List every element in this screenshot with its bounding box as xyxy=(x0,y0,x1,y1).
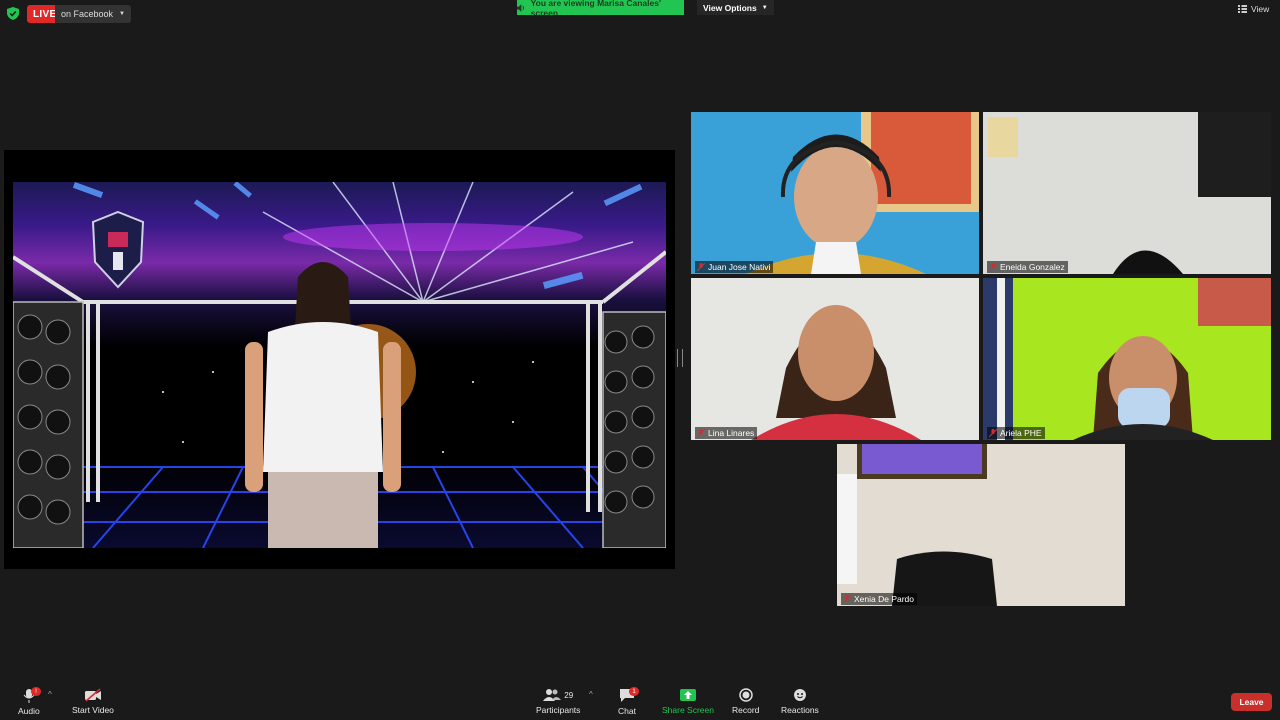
security-shield-icon[interactable] xyxy=(7,7,19,20)
share-screen-button[interactable]: Share Screen xyxy=(662,688,714,715)
participant-video xyxy=(746,112,979,274)
participant-name: Eneida Gonzalez xyxy=(1000,262,1065,272)
participant-video xyxy=(988,112,1271,274)
view-options-button[interactable]: View Options ▼ xyxy=(697,0,774,15)
chevron-down-icon: ▼ xyxy=(119,11,125,17)
participant-name-tag: Juan Jose Nativi xyxy=(695,261,774,273)
chat-label: Chat xyxy=(618,706,636,716)
start-video-button[interactable]: Start Video xyxy=(72,688,114,715)
participants-count: 29 xyxy=(564,690,574,700)
participants-options-caret[interactable]: ^ xyxy=(589,690,593,699)
participant-name-tag: Eneida Gonzalez xyxy=(987,261,1068,273)
singer-figure xyxy=(245,262,401,548)
record-button[interactable]: Record xyxy=(732,688,759,715)
view-label: View xyxy=(1251,4,1270,14)
view-options-label: View Options xyxy=(703,2,757,13)
mic-muted-icon xyxy=(843,594,851,603)
participant-video xyxy=(983,278,1271,440)
viewing-screen-banner: You are viewing Marisa Canales' screen xyxy=(517,0,684,18)
video-tile[interactable]: Lina Linares xyxy=(691,278,979,440)
video-tile[interactable]: Ariela PHE xyxy=(983,278,1271,440)
shared-screen-content xyxy=(13,182,666,548)
audio-options-caret[interactable]: ^ xyxy=(48,690,52,699)
mic-muted-icon xyxy=(697,262,705,271)
reactions-icon xyxy=(793,689,806,701)
live-label: LIVE xyxy=(33,8,57,20)
audio-label: Audio xyxy=(18,706,40,716)
participant-name: Xenia De Pardo xyxy=(854,594,915,604)
record-icon xyxy=(738,688,753,702)
live-target-label: on Facebook xyxy=(61,9,114,19)
participant-name-tag: Lina Linares xyxy=(695,427,758,439)
participants-button[interactable]: 29 Participants xyxy=(536,688,580,715)
participant-name: Lina Linares xyxy=(708,428,755,438)
mic-muted-icon xyxy=(697,428,705,437)
view-layout-button[interactable]: View xyxy=(1238,4,1269,14)
start-video-label: Start Video xyxy=(72,705,114,715)
grid-view-icon xyxy=(1238,5,1247,13)
participants-label: Participants xyxy=(536,705,581,715)
video-off-icon xyxy=(84,688,101,702)
speaker-icon xyxy=(517,3,524,12)
chat-unread-badge: 1 xyxy=(629,687,639,696)
participant-video xyxy=(837,444,997,606)
participant-name-tag: Xenia De Pardo xyxy=(841,593,918,605)
mic-muted-icon xyxy=(989,262,997,271)
audio-warning-badge: ! xyxy=(31,687,41,696)
record-label: Record xyxy=(732,705,760,715)
school-crest-logo xyxy=(91,210,145,289)
participant-name: Juan Jose Nativi xyxy=(708,262,771,272)
video-tile[interactable]: Xenia De Pardo xyxy=(837,444,1125,606)
split-view-divider-handle[interactable] xyxy=(677,349,683,367)
reactions-label: Reactions xyxy=(781,705,819,715)
participant-name-tag: Ariela PHE xyxy=(987,427,1045,439)
stage-scene-graphic xyxy=(13,182,666,548)
reactions-button[interactable]: Reactions xyxy=(781,688,819,715)
video-tile[interactable]: Eneida Gonzalez xyxy=(983,112,1271,274)
participant-video xyxy=(751,305,921,440)
video-tile[interactable]: Juan Jose Nativi xyxy=(691,112,979,274)
leave-label: Leave xyxy=(1239,697,1264,707)
share-screen-label: Share Screen xyxy=(662,705,714,715)
mic-muted-icon xyxy=(989,428,997,437)
leave-meeting-button[interactable]: Leave xyxy=(1231,693,1272,711)
viewing-banner-text: You are viewing Marisa Canales' screen xyxy=(530,0,661,18)
participant-name: Ariela PHE xyxy=(1000,428,1042,438)
chevron-down-icon: ▼ xyxy=(761,4,768,11)
share-screen-icon xyxy=(679,689,696,701)
participants-icon xyxy=(543,689,562,701)
live-target-dropdown[interactable]: on Facebook ▼ xyxy=(55,5,131,23)
